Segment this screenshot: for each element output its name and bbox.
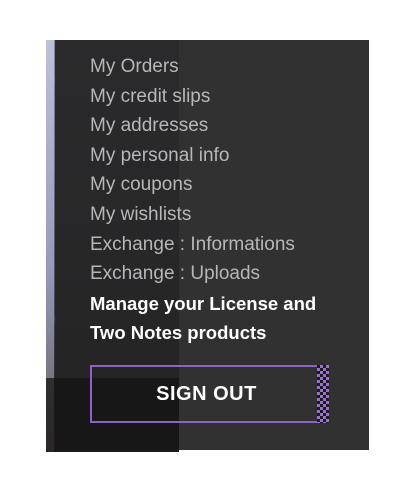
menu-item-manage-license-line-2[interactable]: Two Notes products xyxy=(90,318,316,348)
menu-item-exchange-informations[interactable]: Exchange : Informations xyxy=(90,230,316,260)
menu-item-my-wishlists[interactable]: My wishlists xyxy=(90,200,316,230)
menu-item-manage-license-line-1[interactable]: Manage your License and xyxy=(90,289,316,319)
menu-item-my-coupons[interactable]: My coupons xyxy=(90,170,316,200)
sign-out-button[interactable]: SIGN OUT xyxy=(90,365,329,423)
menu-item-my-credit-slips[interactable]: My credit slips xyxy=(90,82,316,112)
menu-item-exchange-uploads[interactable]: Exchange : Uploads xyxy=(90,259,316,289)
account-menu-list: My Orders My credit slips My addresses M… xyxy=(90,52,316,348)
account-dropdown-screen: My Orders My credit slips My addresses M… xyxy=(0,0,417,500)
sign-out-label: SIGN OUT xyxy=(156,382,257,405)
menu-item-my-personal-info[interactable]: My personal info xyxy=(90,141,316,171)
menu-item-my-addresses[interactable]: My addresses xyxy=(90,111,316,141)
menu-item-my-orders[interactable]: My Orders xyxy=(90,52,316,82)
checkered-accent-icon xyxy=(317,365,329,423)
